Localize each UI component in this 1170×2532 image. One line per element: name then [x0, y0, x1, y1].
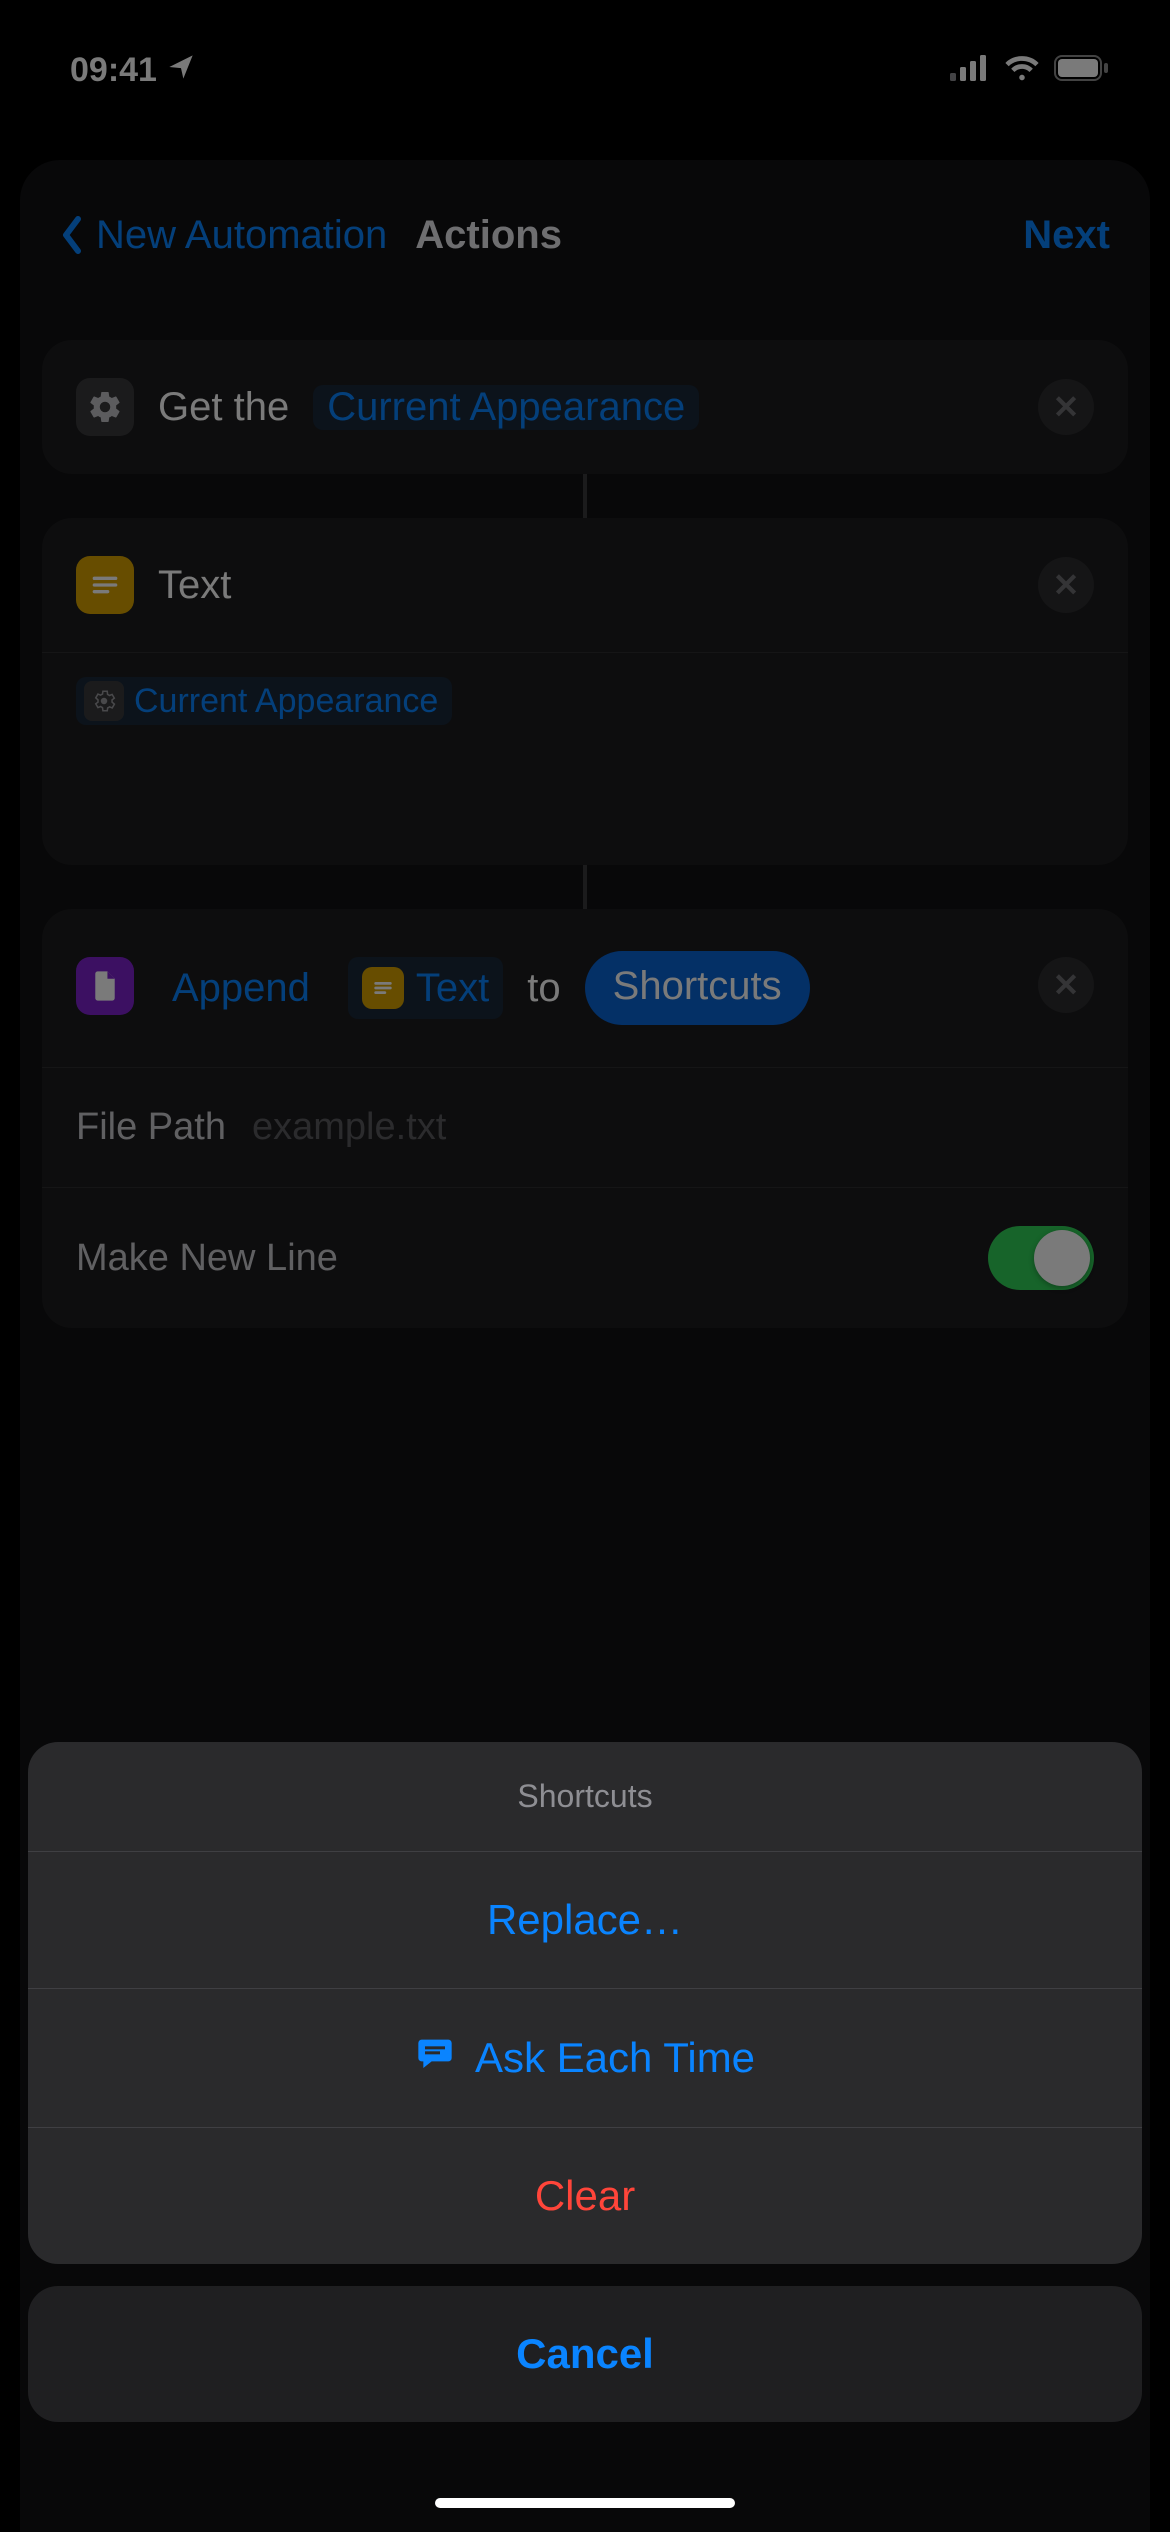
nav-bar: New Automation Actions Next [20, 160, 1150, 310]
status-bar: 09:41 [0, 0, 1170, 140]
wifi-icon [1004, 51, 1040, 90]
settings-app-icon [76, 378, 134, 436]
cellular-icon [950, 51, 990, 90]
new-line-toggle[interactable] [988, 1226, 1094, 1290]
variable-label: Current Appearance [134, 682, 438, 721]
close-icon: ✕ [1053, 388, 1080, 426]
connector-line [583, 474, 587, 518]
home-indicator[interactable] [435, 2498, 735, 2508]
close-icon: ✕ [1053, 966, 1080, 1004]
page-title: Actions [415, 213, 562, 258]
action-card-append[interactable]: Append Text to Shortcuts ✕ File Path exa… [42, 909, 1128, 1328]
remove-action-button[interactable]: ✕ [1038, 957, 1094, 1013]
location-icon [167, 51, 195, 90]
next-button[interactable]: Next [1023, 213, 1110, 258]
back-label: New Automation [96, 213, 387, 258]
appearance-token[interactable]: Current Appearance [313, 385, 699, 430]
back-button[interactable]: New Automation [60, 213, 387, 258]
action-sheet-title: Shortcuts [28, 1742, 1142, 1851]
connector-line [583, 865, 587, 909]
files-action-icon [76, 957, 134, 1015]
file-path-row[interactable]: File Path example.txt [42, 1068, 1128, 1187]
status-time: 09:41 [70, 51, 157, 90]
battery-icon [1054, 51, 1110, 90]
action-sheet: Shortcuts Replace… Ask Each Time Clear C… [28, 1742, 1142, 2422]
append-joiner: to [527, 957, 560, 1019]
variable-chip-appearance[interactable]: Current Appearance [76, 677, 452, 725]
action-prefix: Get the [158, 385, 289, 430]
new-line-row: Make New Line [42, 1188, 1128, 1328]
action-card-text[interactable]: Text ✕ Current Appearance [42, 518, 1128, 865]
file-path-label: File Path [76, 1106, 226, 1149]
sheet-cancel-button[interactable]: Cancel [28, 2286, 1142, 2422]
gear-icon [84, 681, 124, 721]
append-input-token[interactable]: Text [348, 957, 503, 1019]
sheet-option-ask[interactable]: Ask Each Time [28, 1988, 1142, 2127]
status-icons [950, 51, 1110, 90]
action-title: Text [158, 563, 231, 608]
new-line-label: Make New Line [76, 1237, 338, 1280]
destination-pill[interactable]: Shortcuts [585, 951, 810, 1025]
sheet-option-replace[interactable]: Replace… [28, 1851, 1142, 1988]
close-icon: ✕ [1053, 566, 1080, 604]
chat-bubble-icon [415, 2033, 455, 2083]
chevron-left-icon [60, 215, 84, 255]
file-path-placeholder: example.txt [252, 1106, 446, 1149]
text-mini-icon [362, 967, 404, 1009]
sheet-option-clear[interactable]: Clear [28, 2127, 1142, 2264]
append-verb-token[interactable]: Append [158, 957, 324, 1019]
action-card-get-appearance[interactable]: Get the Current Appearance ✕ [42, 340, 1128, 474]
text-action-body[interactable]: Current Appearance [42, 653, 1128, 865]
remove-action-button[interactable]: ✕ [1038, 379, 1094, 435]
text-action-icon [76, 556, 134, 614]
remove-action-button[interactable]: ✕ [1038, 557, 1094, 613]
